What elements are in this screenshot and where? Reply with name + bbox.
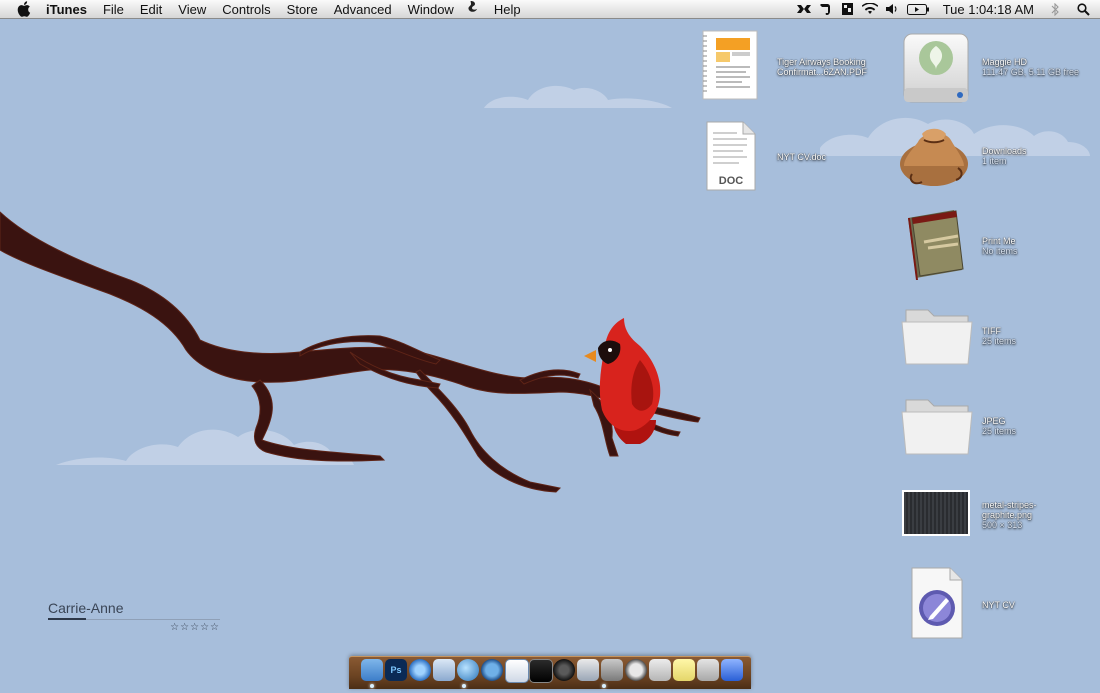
- track-progress-bar[interactable]: [48, 618, 220, 620]
- apple-menu-icon[interactable]: [14, 0, 34, 19]
- running-indicator: [370, 684, 374, 688]
- dashboard-icon[interactable]: [601, 659, 623, 681]
- item-name: Print Me: [982, 236, 1016, 246]
- menu-file[interactable]: File: [95, 0, 132, 19]
- preview-icon[interactable]: [577, 659, 599, 681]
- menu-store[interactable]: Store: [279, 0, 326, 19]
- stickies-icon[interactable]: [673, 659, 695, 681]
- bluetooth-icon[interactable]: [1044, 0, 1066, 19]
- downloads-sack-icon: [898, 118, 972, 199]
- item-name-line2: Confirmat...6ZAN.PDF: [777, 67, 868, 77]
- item-name: Downloads: [982, 146, 1027, 156]
- item-name: Tiger Airways Booking: [777, 57, 866, 67]
- network-globe-icon[interactable]: [457, 659, 479, 681]
- menu-view[interactable]: View: [170, 0, 214, 19]
- script-menu-icon[interactable]: [462, 0, 486, 19]
- running-indicator: [462, 684, 466, 688]
- item-info: 25 items: [982, 426, 1017, 436]
- menu-bar: iTunes File Edit View Controls Store Adv…: [0, 0, 1100, 19]
- running-indicator: [602, 684, 606, 688]
- item-name: metal-stripes-: [982, 500, 1037, 510]
- item-info: 500 × 313: [982, 520, 1023, 530]
- hard-drive-icon: [902, 32, 970, 109]
- item-info: 1 item: [982, 156, 1007, 166]
- folder-icon: [900, 390, 974, 465]
- time-machine-icon[interactable]: [481, 659, 503, 681]
- menu-window[interactable]: Window: [400, 0, 462, 19]
- item-name: Maggie HD: [982, 57, 1028, 67]
- image-thumbnail-icon: [902, 490, 970, 541]
- pages-document-icon: [908, 566, 966, 645]
- item-name-line2: graphite.png: [982, 510, 1033, 520]
- pdf-document-icon: [700, 28, 760, 107]
- growl-icon[interactable]: [793, 0, 815, 19]
- item-name: NYT CV: [982, 600, 1015, 610]
- evernote-icon[interactable]: [815, 0, 837, 19]
- menubar-clock[interactable]: Tue 1:04:18 AM: [933, 0, 1044, 19]
- reminders-icon[interactable]: [505, 659, 529, 683]
- volume-icon[interactable]: [881, 0, 903, 19]
- track-rating-stars[interactable]: ☆☆☆☆☆: [48, 622, 220, 633]
- lens-icon[interactable]: [553, 659, 575, 681]
- spotlight-icon[interactable]: [1066, 0, 1100, 19]
- finder-icon[interactable]: [361, 659, 383, 681]
- item-info: 111.47 GB, 5.11 GB free: [982, 67, 1080, 77]
- journal-book-icon: [904, 208, 968, 287]
- menu-controls[interactable]: Controls: [214, 0, 278, 19]
- item-name: TIFF: [982, 326, 1001, 336]
- menu-help[interactable]: Help: [486, 0, 529, 19]
- item-info: 25 items: [982, 336, 1017, 346]
- folder-icon: [900, 300, 974, 375]
- cardinal-bird: [584, 318, 661, 444]
- now-playing-widget: Carrie-Anne ☆☆☆☆☆: [48, 600, 220, 633]
- track-progress-fill: [48, 618, 86, 620]
- dock: Ps: [349, 656, 751, 689]
- book-icon[interactable]: [837, 0, 859, 19]
- applications-folder-icon[interactable]: [697, 659, 719, 681]
- menu-edit[interactable]: Edit: [132, 0, 170, 19]
- item-info: No items: [982, 246, 1018, 256]
- notes-icon[interactable]: [649, 659, 671, 681]
- terminal-icon[interactable]: [529, 659, 553, 683]
- menu-advanced[interactable]: Advanced: [326, 0, 400, 19]
- doc-badge: DOC: [719, 175, 744, 187]
- speedometer-icon[interactable]: [625, 659, 647, 681]
- doc-file-icon: DOC: [705, 120, 757, 197]
- track-title[interactable]: Carrie-Anne: [48, 600, 220, 616]
- wifi-icon[interactable]: [859, 0, 881, 19]
- quicktime-icon[interactable]: [409, 659, 431, 681]
- photoshop-icon[interactable]: Ps: [385, 659, 407, 681]
- mail-icon[interactable]: [433, 659, 455, 681]
- trash-icon[interactable]: [721, 659, 743, 681]
- item-name: NYT CV.doc: [777, 152, 827, 162]
- item-name: JPEG: [982, 416, 1006, 426]
- battery-icon[interactable]: [903, 0, 933, 19]
- menu-app-itunes[interactable]: iTunes: [46, 0, 95, 19]
